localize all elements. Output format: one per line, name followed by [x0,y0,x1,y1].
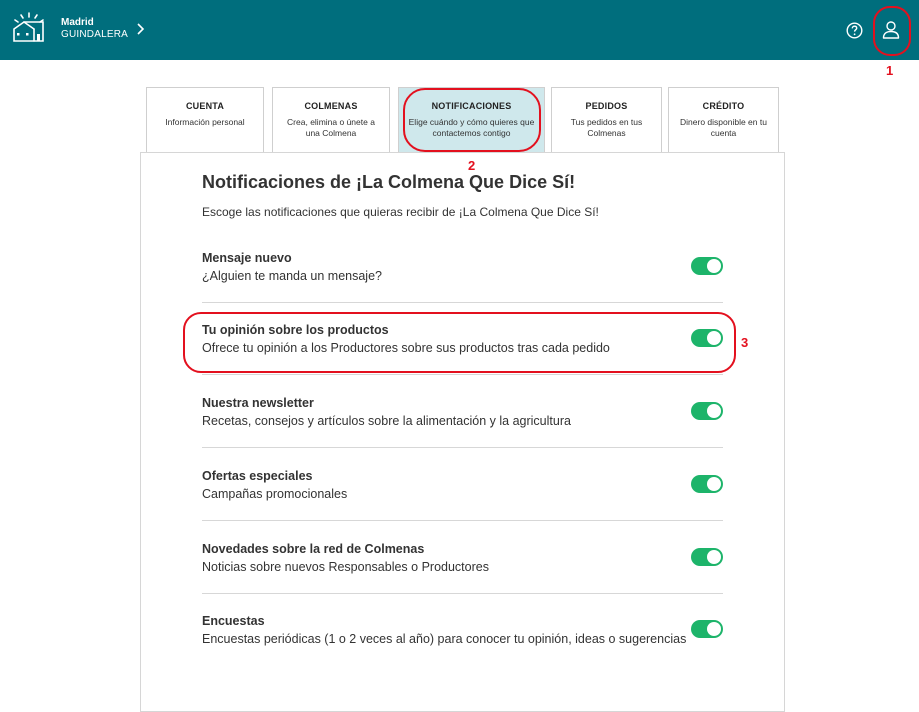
tab-subtitle: Información personal [165,117,245,127]
page-description: Escoge las notificaciones que quieras re… [202,205,599,219]
setting-description: Encuestas periódicas (1 o 2 veces al año… [202,632,687,646]
tab-subtitle: Tus pedidos en tus Colmenas [570,117,643,138]
setting-description: Campañas promocionales [202,487,348,501]
annotation-circle-1 [873,6,911,56]
annotation-circle-2 [403,88,541,152]
tab-colmenas[interactable]: COLMENAS Crea, elimina o únete a una Col… [272,87,390,152]
toggle-knob [707,550,721,564]
toggle-encuestas[interactable] [691,620,723,638]
toggle-knob [707,404,721,418]
toggle-newsletter[interactable] [691,402,723,420]
tab-cuenta[interactable]: CUENTA Información personal [146,87,264,152]
setting-description: Noticias sobre nuevos Responsables o Pro… [202,560,489,574]
tab-credito[interactable]: CRÉDITO Dinero disponible en tu cuenta [668,87,779,152]
toggle-knob [707,622,721,636]
toggle-novedades-red[interactable] [691,548,723,566]
toggle-knob [707,477,721,491]
toggle-ofertas-especiales[interactable] [691,475,723,493]
tab-subtitle: Dinero disponible en tu cuenta [680,117,767,138]
divider [202,593,723,594]
divider [202,520,723,521]
tab-title: PEDIDOS [585,101,628,111]
tab-title: COLMENAS [304,101,358,111]
setting-title: Novedades sobre la red de Colmenas [202,542,425,556]
annotation-number-3: 3 [741,335,749,350]
annotation-number-1: 1 [886,63,894,78]
setting-novedades-red: Novedades sobre la red de Colmenas Notic… [202,541,723,576]
hive-name-label: GUINDALERA [61,29,129,40]
house-logo-icon[interactable] [12,12,46,44]
tab-pedidos[interactable]: PEDIDOS Tus pedidos en tus Colmenas [551,87,662,152]
divider [202,447,723,448]
setting-mensaje-nuevo: Mensaje nuevo ¿Alguien te manda un mensa… [202,250,723,285]
help-circle-icon[interactable] [846,22,863,39]
setting-encuestas: Encuestas Encuestas periódicas (1 o 2 ve… [202,613,723,648]
city-label: Madrid [61,17,94,28]
setting-title: Nuestra newsletter [202,396,314,410]
tab-title: CUENTA [185,101,225,111]
setting-ofertas-especiales: Ofertas especiales Campañas promocionale… [202,468,723,503]
toggle-mensaje-nuevo[interactable] [691,257,723,275]
tab-subtitle: Crea, elimina o únete a una Colmena [287,117,375,138]
setting-title: Mensaje nuevo [202,251,292,265]
page-title: Notificaciones de ¡La Colmena Que Dice S… [202,172,576,192]
toggle-knob [707,259,721,273]
hive-selector[interactable]: Madrid GUINDALERA [61,17,128,41]
setting-description: Recetas, consejos y artículos sobre la a… [202,414,571,428]
setting-description: ¿Alguien te manda un mensaje? [202,269,382,283]
tab-title: CRÉDITO [702,101,745,111]
top-bar: Madrid GUINDALERA [0,0,919,60]
setting-title: Encuestas [202,614,265,628]
annotation-circle-3 [183,312,736,373]
divider [202,302,723,303]
chevron-right-icon[interactable] [136,22,146,36]
setting-newsletter: Nuestra newsletter Recetas, consejos y a… [202,395,723,430]
annotation-number-2: 2 [468,158,476,173]
setting-title: Ofertas especiales [202,469,313,483]
divider [202,374,723,375]
